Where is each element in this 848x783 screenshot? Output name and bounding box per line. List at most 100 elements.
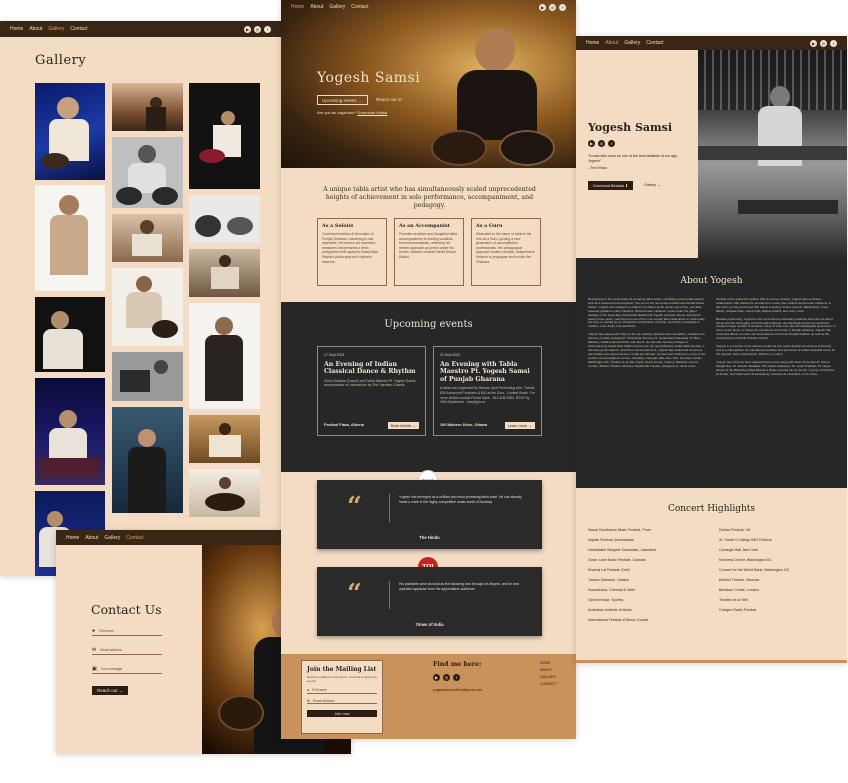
highlight-item: Darbar Festival, UK bbox=[719, 528, 751, 532]
gallery-photo[interactable] bbox=[189, 195, 260, 243]
nav-gallery[interactable]: Gallery bbox=[329, 4, 345, 10]
mailing-email-input[interactable]: Email address bbox=[313, 699, 334, 704]
nav-about[interactable]: About bbox=[85, 535, 98, 541]
instagram-icon[interactable]: ◎ bbox=[820, 39, 827, 47]
guru-card: As a Guru Dedicated to the future of tab… bbox=[471, 218, 541, 286]
download-media-link[interactable]: Download Media bbox=[357, 110, 387, 115]
gallery-photo[interactable] bbox=[189, 415, 260, 463]
instagram-icon[interactable]: ◎ bbox=[598, 140, 605, 147]
highlight-item: Carnegie Hall, New York bbox=[719, 548, 758, 552]
about-paragraph: Yogesh has currently been appointed as a… bbox=[716, 359, 835, 376]
nav-about[interactable]: About bbox=[605, 40, 618, 46]
highlight-item: Concert for the World Bank, Washington D… bbox=[719, 568, 790, 572]
events-section: Upcoming events 17 Sept 2023 An Evening … bbox=[281, 302, 576, 472]
nav-about[interactable]: About bbox=[310, 4, 323, 10]
gallery-photo[interactable] bbox=[35, 83, 105, 180]
join-now-button[interactable]: Join now bbox=[307, 710, 377, 718]
highlight-item: Theatre de la Ville bbox=[719, 598, 748, 602]
gallery-title: Gallery bbox=[35, 53, 87, 68]
hero-section: Home About Gallery Contact ▶ ◎ f Yogesh … bbox=[281, 0, 576, 168]
nav-contact[interactable]: Contact bbox=[126, 535, 143, 541]
gallery-photo[interactable] bbox=[189, 83, 260, 189]
mail-icon: ✉ bbox=[397, 97, 402, 102]
gallery-photo[interactable] bbox=[112, 268, 183, 346]
nav-home[interactable]: Home bbox=[291, 4, 304, 10]
facebook-icon[interactable]: f bbox=[830, 39, 837, 47]
about-screen: Home About Gallery Contact ▶ ◎ f Yogesh … bbox=[576, 36, 847, 663]
youtube-icon[interactable]: ▶ bbox=[539, 3, 546, 11]
gallery-photo[interactable] bbox=[112, 137, 183, 208]
hero-title: Yogesh Samsi bbox=[317, 70, 421, 86]
mailing-list-box: Join the Mailing List Receive updates on… bbox=[301, 660, 383, 734]
facebook-icon[interactable]: f bbox=[264, 25, 271, 33]
youtube-icon[interactable]: ▶ bbox=[810, 39, 817, 47]
event-title: An Evening with Tabla Maestro Pt. Yogesh… bbox=[440, 360, 530, 383]
gallery-photo[interactable] bbox=[35, 185, 105, 291]
contact-submit-button[interactable]: Reach out → bbox=[92, 686, 129, 695]
instagram-icon[interactable]: ◎ bbox=[254, 25, 261, 33]
instagram-icon[interactable]: ◎ bbox=[549, 3, 556, 11]
gallery-photo[interactable] bbox=[112, 407, 183, 513]
card-body: Provides sensitive and thoughtful tabla … bbox=[399, 232, 458, 259]
name-input[interactable]: Full name bbox=[99, 629, 114, 634]
footer-email[interactable]: yogeshsamsi.office@gmail.com bbox=[433, 688, 482, 692]
message-input[interactable]: Your message bbox=[101, 667, 123, 672]
gallery-photo[interactable] bbox=[112, 83, 183, 131]
gallery-photo[interactable] bbox=[189, 249, 260, 297]
footer-link-about[interactable]: ABOUT bbox=[540, 668, 557, 672]
gallery-photo[interactable] bbox=[189, 469, 260, 517]
mailing-title: Join the Mailing List bbox=[307, 666, 377, 673]
download-icon: ⬇ bbox=[624, 184, 629, 188]
upcoming-events-button[interactable]: Upcoming events → bbox=[317, 95, 368, 105]
footer-link-home[interactable]: HOME bbox=[540, 661, 557, 665]
learn-more-button[interactable]: Learn more → bbox=[504, 422, 535, 429]
mailing-name-input[interactable]: Full name bbox=[312, 688, 327, 693]
footer-link-contact[interactable]: CONTACT bbox=[540, 682, 557, 686]
nav-home[interactable]: Home bbox=[66, 535, 79, 541]
card-title: As an Accompanist bbox=[399, 223, 450, 229]
footer-link-gallery[interactable]: GALLERY bbox=[540, 675, 557, 679]
youtube-icon[interactable]: ▶ bbox=[433, 674, 440, 681]
nav-contact[interactable]: Contact bbox=[70, 26, 87, 32]
nav-home[interactable]: Home bbox=[586, 40, 599, 46]
gallery-navbar: Home About Gallery Contact ▶ ◎ f bbox=[0, 21, 281, 37]
nav-gallery[interactable]: Gallery bbox=[624, 40, 640, 46]
about-paragraph: Yogesh is a member of the advisory board… bbox=[716, 344, 836, 356]
nav-home[interactable]: Home bbox=[10, 26, 23, 32]
instagram-icon[interactable]: ◎ bbox=[443, 674, 450, 681]
contact-message-field[interactable]: ▣ Your message bbox=[92, 666, 162, 674]
nav-gallery[interactable]: Gallery bbox=[104, 535, 120, 541]
facebook-icon[interactable]: f bbox=[453, 674, 460, 681]
highlight-item: International Festival of Music, Kuwait bbox=[588, 618, 649, 622]
event-card: 17 Sept 2023 An Evening of Indian Classi… bbox=[317, 346, 426, 436]
gallery-photo[interactable] bbox=[112, 352, 183, 401]
email-input[interactable]: Email address bbox=[100, 648, 121, 653]
reach-out-link[interactable]: Reach out ✉ bbox=[376, 97, 402, 103]
contact-title: Contact Us bbox=[91, 602, 162, 617]
book-tickets-button[interactable]: Book tickets → bbox=[387, 422, 419, 429]
event-card: 22 Sept 2023 An Evening with Tabla Maest… bbox=[433, 346, 542, 436]
find-me-title: Find me here: bbox=[433, 661, 482, 668]
contact-email-field[interactable]: ✉ Email address bbox=[92, 647, 162, 655]
nav-about[interactable]: About bbox=[29, 26, 42, 32]
event-title: An Evening of Indian Classical Dance & R… bbox=[324, 360, 416, 376]
nav-contact[interactable]: Contact bbox=[351, 4, 368, 10]
download-biodata-button[interactable]: Download Biodata ⬇ bbox=[588, 181, 634, 190]
youtube-icon[interactable]: ▶ bbox=[244, 25, 251, 33]
facebook-icon[interactable]: f bbox=[608, 140, 615, 147]
contact-name-field[interactable]: ● Full name bbox=[92, 628, 162, 636]
nav-contact[interactable]: Contact bbox=[646, 40, 663, 46]
gallery-photo[interactable] bbox=[112, 214, 183, 262]
youtube-icon[interactable]: ▶ bbox=[588, 140, 595, 147]
gallery-photo[interactable] bbox=[189, 303, 260, 409]
quote-source: The Hindu bbox=[419, 535, 440, 540]
facebook-icon[interactable]: f bbox=[559, 3, 566, 11]
intro-tagline: A unique tabla artist who has simultaneo… bbox=[323, 186, 536, 209]
gallery-photo[interactable] bbox=[35, 378, 105, 485]
nav-gallery[interactable]: Gallery bbox=[48, 26, 64, 32]
card-title: As a Soloist bbox=[322, 223, 354, 229]
profile-gallery-link[interactable]: Gallery → bbox=[644, 183, 661, 187]
highlight-item: Opera House, Sydney bbox=[588, 598, 624, 602]
gallery-photo[interactable] bbox=[35, 297, 105, 372]
about-paragraph: Besides performing, Yogesh is very commi… bbox=[716, 316, 836, 341]
